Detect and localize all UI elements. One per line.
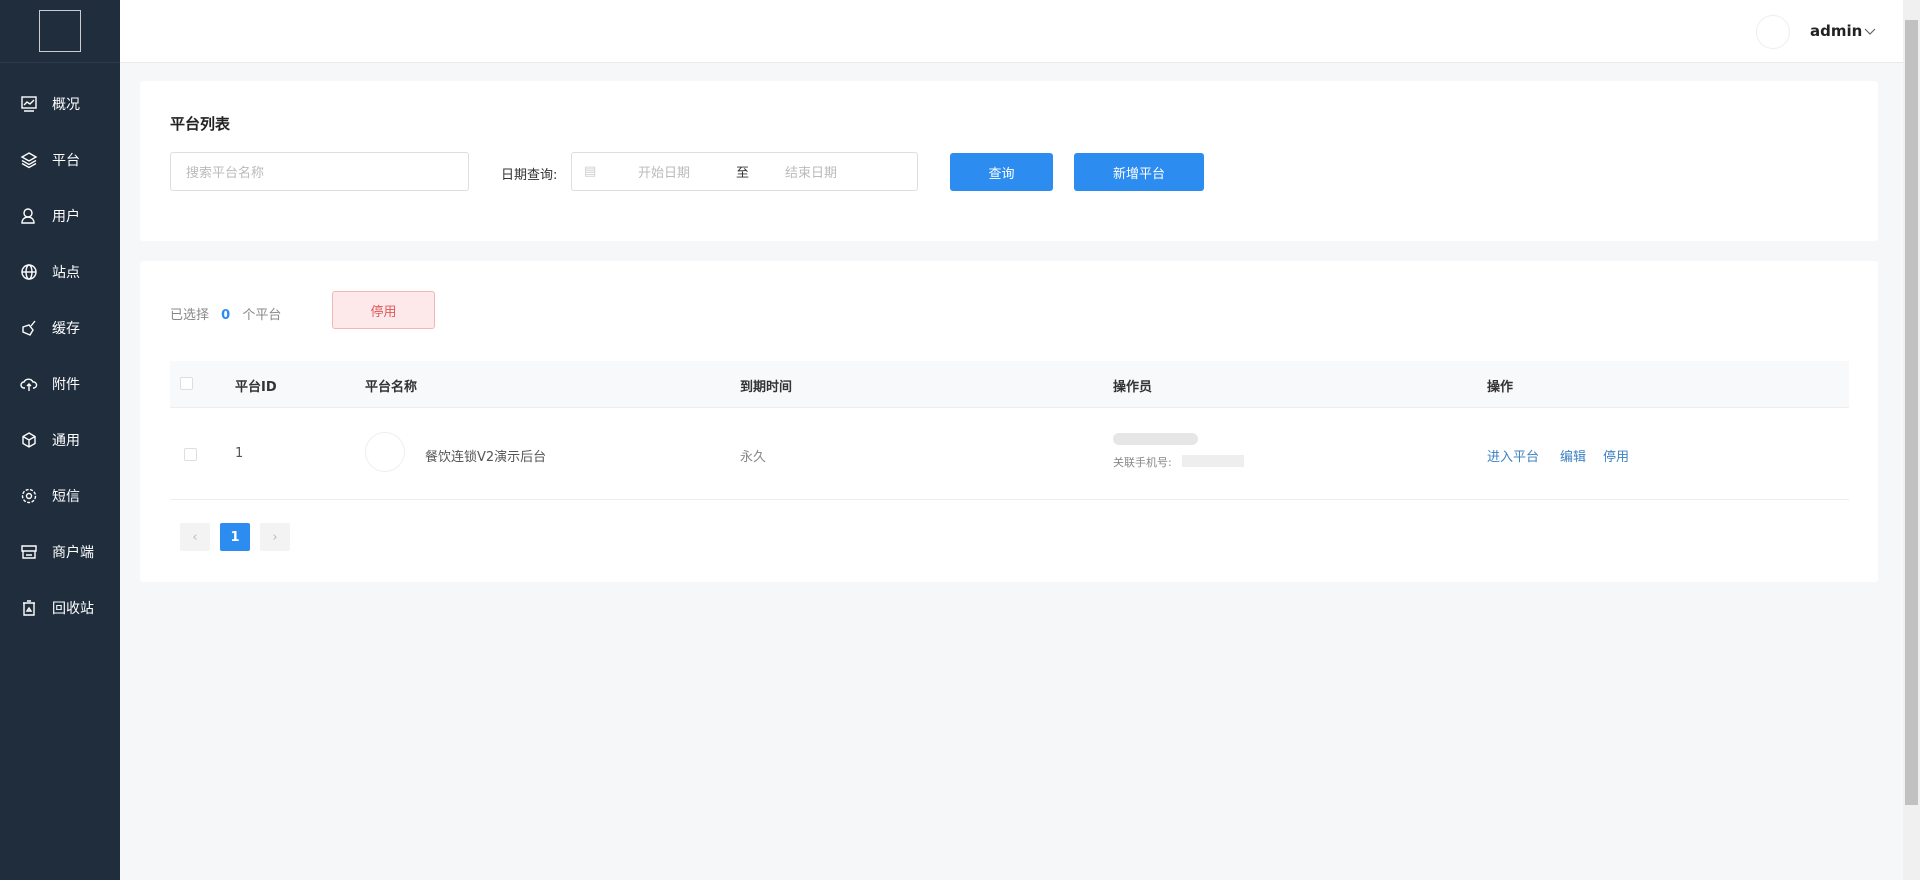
store-icon [21, 545, 37, 559]
pagination-page-1[interactable]: 1 [220, 523, 250, 551]
avatar[interactable] [1756, 15, 1790, 49]
date-label: 日期查询: [501, 168, 558, 183]
select-all-checkbox[interactable] [180, 377, 193, 390]
platform-name: 餐饮连锁V2演示后台 [425, 450, 547, 465]
gear-icon [21, 488, 37, 504]
edit-link[interactable]: 编辑 [1560, 446, 1586, 465]
disable-link[interactable]: 停用 [1603, 446, 1629, 465]
cloud-upload-icon [20, 378, 38, 391]
column-header-expiry: 到期时间 [740, 380, 793, 395]
column-header-id: 平台ID [235, 380, 277, 395]
sidebar-item-overview[interactable]: 概况 [0, 84, 120, 124]
filter-card: 平台列表 搜索平台名称 日期查询: ▤ 开始日期 至 结束日期 查询 新增平台 [140, 81, 1878, 241]
user-icon [21, 208, 35, 224]
selected-prefix: 已选择 [170, 308, 210, 323]
logo-image [39, 10, 81, 52]
scrollbar-thumb[interactable] [1905, 20, 1918, 805]
layers-icon [20, 152, 38, 169]
enter-platform-link[interactable]: 进入平台 [1487, 446, 1539, 465]
page-title: 平台列表 [170, 115, 231, 133]
sidebar-item-platform[interactable]: 平台 [0, 140, 120, 180]
pagination-prev[interactable]: ‹ [180, 523, 210, 551]
operator-name-redacted [1113, 433, 1198, 445]
logo [0, 0, 120, 63]
sidebar: 概况 平台 用户 站点 缓存 附件 通用 短信 商户端 回收站 [0, 0, 120, 880]
sidebar-item-cache[interactable]: 缓存 [0, 308, 120, 348]
broom-icon [22, 320, 36, 336]
sidebar-item-sms[interactable]: 短信 [0, 476, 120, 516]
chart-line-icon [21, 96, 37, 112]
query-button[interactable]: 查询 [950, 153, 1053, 191]
start-date-placeholder: 开始日期 [638, 166, 691, 181]
search-placeholder: 搜索平台名称 [186, 166, 265, 181]
sidebar-item-users[interactable]: 用户 [0, 196, 120, 236]
pagination-next[interactable]: › [260, 523, 290, 551]
cube-icon [22, 432, 36, 448]
calendar-icon: ▤ [584, 164, 597, 179]
scrollbar[interactable] [1903, 0, 1920, 880]
row-checkbox[interactable] [184, 448, 197, 461]
chevron-down-icon[interactable] [1864, 25, 1876, 37]
operator-phone-label: 关联手机号: [1113, 456, 1172, 469]
sidebar-item-recycle-bin[interactable]: 回收站 [0, 588, 120, 628]
sidebar-item-attachments[interactable]: 附件 [0, 364, 120, 404]
sidebar-item-general[interactable]: 通用 [0, 420, 120, 460]
bulk-disable-button[interactable]: 停用 [332, 291, 435, 329]
top-header: admin [120, 0, 1903, 63]
globe-icon [21, 264, 37, 280]
sidebar-item-merchant[interactable]: 商户端 [0, 532, 120, 572]
operator-phone-redacted [1182, 455, 1244, 467]
selected-count: 0 [221, 308, 231, 323]
selection-summary: 已选择 0 个平台 [170, 304, 281, 323]
platform-logo [365, 432, 405, 472]
sidebar-item-sites[interactable]: 站点 [0, 252, 120, 292]
date-range-picker[interactable]: ▤ 开始日期 至 结束日期 [571, 152, 918, 191]
expiry-time: 永久 [740, 450, 767, 465]
column-header-actions: 操作 [1487, 380, 1514, 395]
username[interactable]: admin [1810, 22, 1862, 40]
column-header-name: 平台名称 [365, 380, 418, 395]
table-row: 1 餐饮连锁V2演示后台 永久 关联手机号: 进入平台 编辑 停用 [170, 408, 1849, 500]
search-input[interactable]: 搜索平台名称 [170, 152, 469, 191]
add-platform-button[interactable]: 新增平台 [1074, 153, 1204, 191]
list-card: 已选择 0 个平台 停用 平台ID 平台名称 到期时间 操作员 操作 1 餐饮连… [140, 261, 1878, 582]
date-separator: 至 [736, 166, 750, 181]
table-header: 平台ID 平台名称 到期时间 操作员 操作 [170, 361, 1849, 408]
platform-id: 1 [235, 446, 244, 461]
trash-icon [23, 600, 35, 616]
selected-suffix: 个平台 [242, 308, 282, 323]
end-date-placeholder: 结束日期 [785, 166, 838, 181]
column-header-operator: 操作员 [1113, 380, 1153, 395]
